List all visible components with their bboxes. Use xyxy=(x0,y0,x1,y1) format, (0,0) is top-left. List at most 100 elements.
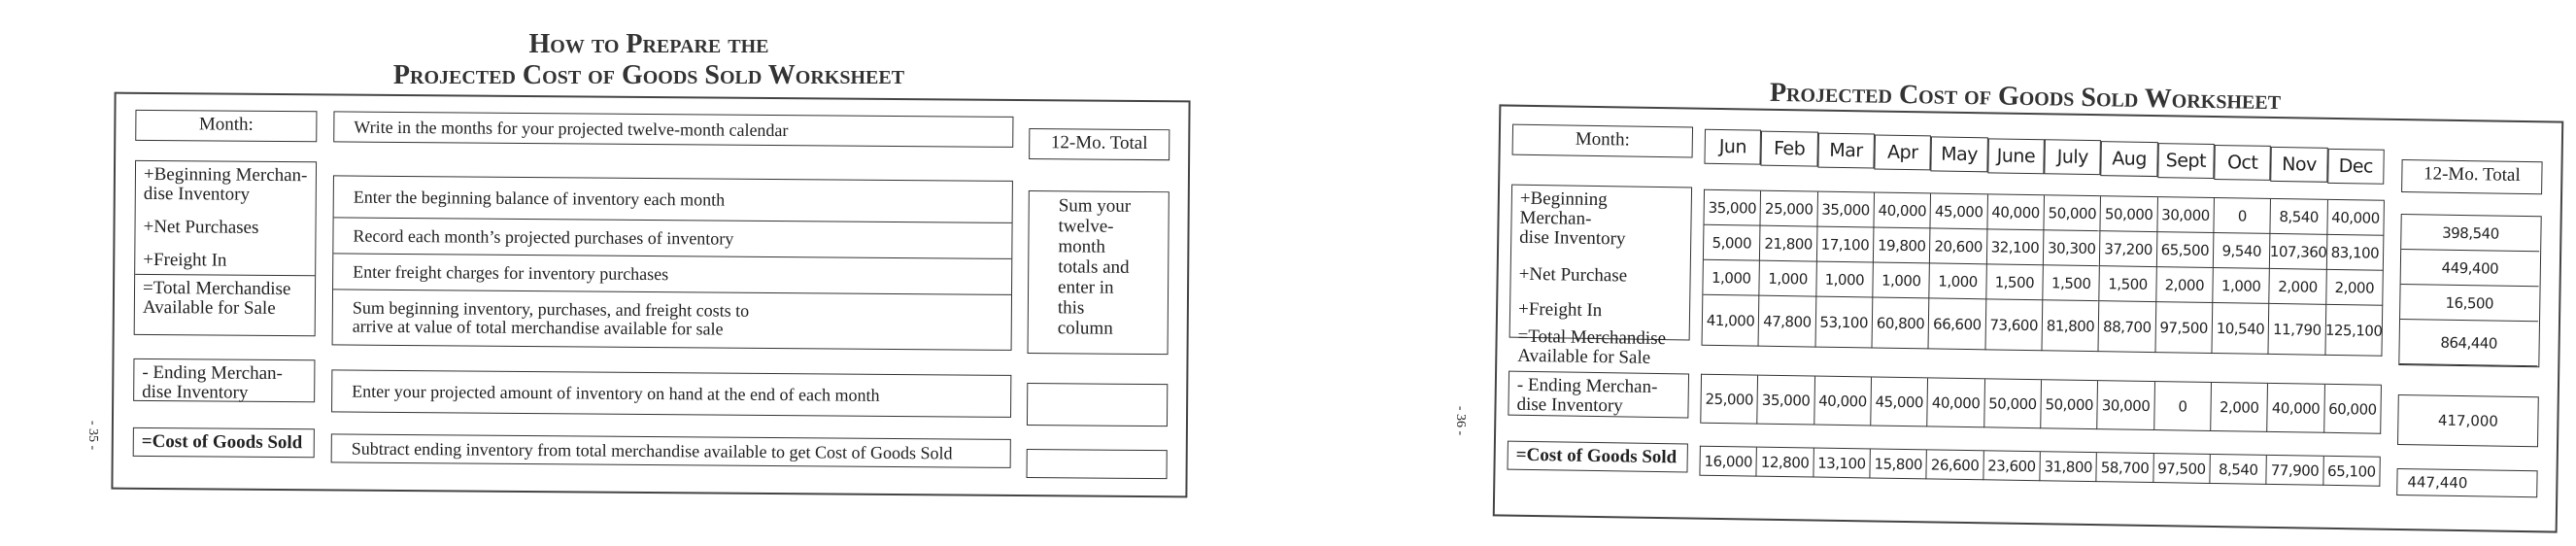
total-label: 12-Mo. Total xyxy=(2401,159,2543,195)
data-cell: 97,500 xyxy=(2155,302,2214,354)
ending-inventory-row: 25,000 35,000 40,000 45,000 40,000 50,000 50,0… xyxy=(1700,373,2382,434)
ending-total: 417,000 xyxy=(2397,393,2539,448)
cogs-total: 447,440 xyxy=(2396,467,2538,498)
freight-in-label: +Freight In xyxy=(1517,298,1603,322)
data-cell: 60,000 xyxy=(2323,384,2382,434)
cogs-label: =Cost of Goods Sold xyxy=(132,427,315,459)
data-cell: 53,100 xyxy=(1815,296,1874,349)
inventory-descs: Enter the beginning balance of inventory… xyxy=(331,175,1013,351)
month-header: May xyxy=(1930,136,1988,172)
data-cell: 1,500 xyxy=(1985,264,2044,301)
data-cell: 50,000 xyxy=(2041,380,2099,430)
data-cell: 45,000 xyxy=(1871,377,1929,427)
data-cell: 21,800 xyxy=(1760,225,1818,262)
data-cell: 107,360 xyxy=(2270,233,2328,270)
data-cell: 2,000 xyxy=(2269,268,2327,305)
data-cell: 30,300 xyxy=(2043,230,2101,267)
month-header: Aug xyxy=(2100,141,2158,178)
data-cell: 60,800 xyxy=(1872,297,1930,350)
cogs-desc: Subtract ending inventory from total mer… xyxy=(330,433,1011,468)
row-total: 864,440 xyxy=(2399,320,2539,367)
data-cell: 35,000 xyxy=(1757,375,1815,426)
month-label: Month: xyxy=(135,109,318,143)
data-cell: 32,100 xyxy=(1986,229,2045,266)
data-cell: 50,000 xyxy=(2044,195,2102,232)
month-header: Oct xyxy=(2214,145,2272,181)
ending-inventory-label: - Ending Merchan- dise Inventory xyxy=(133,358,316,403)
left-page-title: How to Prepare the Projected Cost of Goo… xyxy=(113,29,1185,91)
data-cell: 1,000 xyxy=(2213,267,2271,304)
month-header: Mar xyxy=(1817,132,1875,169)
data-cell: 1,000 xyxy=(1929,263,1987,300)
data-cell: 10,540 xyxy=(2212,302,2270,355)
inventory-totals: 398,540 449,400 16,500 864,440 xyxy=(2398,214,2542,368)
data-cell: 37,200 xyxy=(2100,231,2158,268)
data-cell: 25,000 xyxy=(1760,190,1818,227)
net-purchases-label: +Net Purchases xyxy=(143,216,259,238)
right-worksheet: Month: Jun Feb Mar Apr May June July Aug Sept Oct… xyxy=(1492,104,2564,533)
net-purchase-label: +Net Purchase xyxy=(1518,263,1628,287)
title-line-2: Projected Cost of Goods Sold Worksheet xyxy=(392,60,905,90)
data-cell: 1,000 xyxy=(1703,259,1761,296)
left-worksheet: Month: Write in the months for your proj… xyxy=(111,91,1191,498)
beginning-inventory-desc: Enter the beginning balance of inventory… xyxy=(333,176,1012,223)
data-cell: 1,000 xyxy=(1759,260,1817,297)
month-label: Month: xyxy=(1511,123,1694,158)
data-cell: 25,000 xyxy=(1701,374,1759,425)
data-cell: 40,000 xyxy=(1927,378,1985,428)
data-cell: 13,100 xyxy=(1813,448,1871,479)
data-cell: 1,000 xyxy=(1873,262,1931,299)
data-cell: 35,000 xyxy=(1704,189,1762,226)
month-desc: Write in the months for your projected t… xyxy=(333,111,1014,148)
data-cell: 23,600 xyxy=(1983,451,2041,482)
data-cell: 35,000 xyxy=(1817,191,1875,228)
right-page-number: - 36 - xyxy=(1453,405,1469,436)
total-merchandise-label: =Total Merchandise Available for Sale xyxy=(134,273,316,324)
data-cell: 8,540 xyxy=(2210,454,2268,485)
cogs-label: =Cost of Goods Sold xyxy=(1507,440,1688,473)
month-header: Apr xyxy=(1874,134,1932,171)
data-cell: 15,800 xyxy=(1870,449,1928,480)
net-purchases-desc: Record each month’s projected purchases … xyxy=(333,218,1012,259)
row-total: 16,500 xyxy=(2400,285,2539,323)
beginning-inventory-label: +Beginning Merchan- dise Inventory xyxy=(143,163,308,205)
data-cell: 40,000 xyxy=(1987,194,2045,231)
beginning-inventory-label: +Beginning Merchan- dise Inventory xyxy=(1519,188,1626,250)
month-header: Nov xyxy=(2270,146,2328,183)
data-cell: 41,000 xyxy=(1702,294,1760,347)
data-cell: 30,000 xyxy=(2157,197,2215,233)
data-cell: 50,000 xyxy=(1983,379,2042,429)
row-total: 398,540 xyxy=(2401,215,2540,253)
ending-inventory-label: - Ending Merchan- dise Inventory xyxy=(1508,370,1690,419)
data-cell: 73,600 xyxy=(1985,299,2044,352)
data-cell: 0 xyxy=(2153,382,2212,431)
data-cell: 12,800 xyxy=(1756,447,1814,478)
data-cell: 30,000 xyxy=(2097,381,2155,431)
data-cell: 65,500 xyxy=(2156,232,2215,268)
month-header: Jun xyxy=(1704,128,1762,165)
data-cell: 50,000 xyxy=(2100,196,2158,233)
data-cell: 97,500 xyxy=(2153,454,2211,484)
month-header-row: Jun Feb Mar Apr May June July Aug Sept Oct Nov Dec xyxy=(1704,128,2385,185)
ending-total-box xyxy=(1026,383,1169,427)
title-line-1: How to Prepare the xyxy=(528,29,769,59)
month-header: July xyxy=(2044,139,2102,176)
data-cell: 40,000 xyxy=(1874,192,1932,229)
month-header: Dec xyxy=(2326,148,2385,185)
data-cell: 77,900 xyxy=(2266,455,2324,486)
data-cell: 17,100 xyxy=(1816,226,1875,263)
data-cell: 16,000 xyxy=(1700,446,1758,477)
data-cell: 31,800 xyxy=(2040,452,2098,483)
total-merchandise-label: =Total Merchandise Available for Sale xyxy=(1517,325,1667,368)
data-cell: 83,100 xyxy=(2326,234,2385,271)
inventory-grid: 35,000 25,000 35,000 40,000 45,000 40,000 50,0… xyxy=(1701,188,2385,357)
cogs-row: 16,000 12,800 13,100 15,800 26,600 23,600 31,8… xyxy=(1699,445,2381,487)
data-cell: 40,000 xyxy=(2327,199,2385,236)
data-cell: 45,000 xyxy=(1930,193,1988,230)
data-cell: 125,100 xyxy=(2325,304,2384,357)
total-merchandise-desc: Sum beginning inventory, purchases, and … xyxy=(352,297,750,339)
inventory-labels: +Beginning Merchan- dise Inventory +Net … xyxy=(133,159,318,337)
data-cell: 9,540 xyxy=(2213,232,2271,269)
data-cell: 65,100 xyxy=(2322,456,2381,487)
month-header: Feb xyxy=(1760,130,1818,167)
